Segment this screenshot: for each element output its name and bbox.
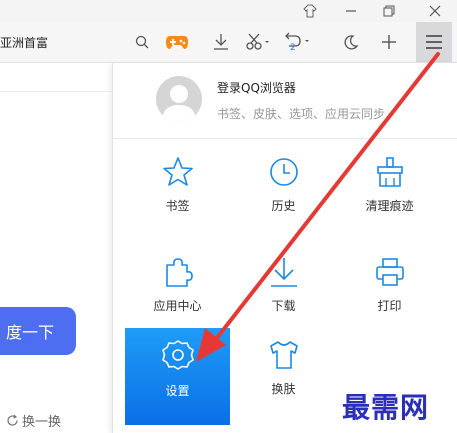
new-tab-icon[interactable] bbox=[376, 28, 402, 56]
title-bar bbox=[0, 0, 457, 22]
menu-item-settings[interactable]: 设置 bbox=[125, 328, 230, 425]
gear-icon bbox=[161, 340, 194, 370]
menu-item-app-center[interactable]: 应用中心 bbox=[125, 245, 230, 341]
restore-icon[interactable] bbox=[374, 0, 404, 22]
login-title[interactable]: 登录QQ浏览器 bbox=[217, 79, 296, 96]
refresh-label: 换一换 bbox=[22, 415, 62, 430]
search-button[interactable]: 度一下 bbox=[0, 307, 76, 355]
menu-item-label: 换肤 bbox=[271, 382, 296, 396]
puzzle-icon bbox=[165, 258, 193, 287]
menu-item-bookmarks[interactable]: 书签 bbox=[125, 145, 230, 241]
game-icon[interactable] bbox=[164, 28, 190, 56]
menu-item-label: 历史 bbox=[271, 199, 296, 213]
menu-item-history[interactable]: 历史 bbox=[231, 145, 336, 241]
login-section[interactable]: 登录QQ浏览器 书签、皮肤、选项、应用云同步 bbox=[113, 63, 457, 139]
address-bar[interactable]: 亚洲首富 bbox=[0, 22, 125, 62]
menu-item-label: 下载 bbox=[271, 299, 296, 313]
printer-icon bbox=[375, 258, 404, 286]
undo-icon[interactable]: 2 bbox=[282, 28, 314, 56]
avatar[interactable] bbox=[156, 76, 202, 122]
download-icon bbox=[270, 258, 297, 287]
menu-item-label: 应用中心 bbox=[153, 299, 202, 313]
login-subtitle: 书签、皮肤、选项、应用云同步 bbox=[217, 107, 386, 121]
search-icon[interactable] bbox=[129, 28, 155, 56]
star-icon bbox=[162, 157, 193, 186]
watermark: 最需网 bbox=[342, 391, 430, 424]
page-content bbox=[0, 63, 112, 433]
night-mode-icon[interactable] bbox=[338, 28, 364, 56]
menu-item-label: 书签 bbox=[165, 199, 190, 213]
menu-item-skin[interactable]: 换肤 bbox=[231, 328, 336, 424]
minimize-icon[interactable] bbox=[336, 0, 366, 22]
menu-item-label: 设置 bbox=[165, 384, 190, 398]
shirt-icon bbox=[269, 341, 298, 369]
clock-icon bbox=[269, 158, 298, 186]
address-text: 亚洲首富 bbox=[0, 35, 49, 50]
toolbar: 亚洲首富 2 bbox=[0, 22, 457, 63]
menu-item-download[interactable]: 下载 bbox=[231, 245, 336, 341]
close-icon[interactable] bbox=[420, 0, 450, 22]
menu-item-label: 打印 bbox=[377, 299, 402, 313]
menu-item-print[interactable]: 打印 bbox=[337, 245, 442, 341]
search-button-label: 度一下 bbox=[6, 323, 55, 342]
broom-icon bbox=[376, 157, 403, 187]
browser-menu: 登录QQ浏览器 书签、皮肤、选项、应用云同步 书签 历史 清理痕迹 应用中心 下… bbox=[112, 63, 457, 433]
menu-item-clear-traces[interactable]: 清理痕迹 bbox=[337, 145, 442, 241]
scissors-icon[interactable] bbox=[244, 28, 274, 56]
menu-icon[interactable] bbox=[416, 22, 452, 62]
divider bbox=[0, 91, 112, 92]
undo-badge: 2 bbox=[290, 43, 296, 53]
refresh-icon bbox=[7, 414, 18, 426]
download-icon[interactable] bbox=[208, 28, 234, 56]
refresh-link[interactable]: 换一换 bbox=[6, 411, 61, 430]
skin-icon[interactable] bbox=[295, 0, 325, 22]
menu-item-label: 清理痕迹 bbox=[365, 199, 414, 213]
